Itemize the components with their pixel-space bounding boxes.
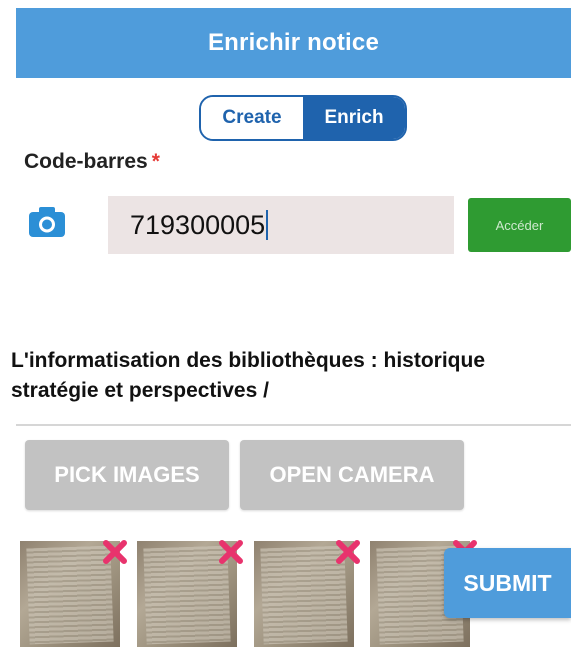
open-camera-button[interactable]: OPEN CAMERA	[240, 440, 464, 510]
book-title-line-1: L'informatisation des bibliothèques : hi…	[11, 349, 486, 372]
submit-button[interactable]: SUBMIT	[444, 548, 571, 618]
enrich-screen: Enrichir notice Create Enrich Code-barre…	[0, 0, 571, 667]
barcode-label-text: Code-barres	[24, 150, 148, 173]
required-marker: *	[151, 150, 160, 173]
page-photo	[26, 545, 114, 645]
app-header: Enrichir notice	[16, 8, 571, 78]
acceder-button[interactable]: Accéder	[468, 198, 571, 252]
barcode-input[interactable]: 719300005	[108, 196, 454, 254]
camera-icon[interactable]	[28, 206, 66, 238]
remove-image-icon[interactable]	[102, 539, 128, 565]
book-title-line-2: stratégie et perspectives /	[11, 379, 269, 402]
book-title: L'informatisation des bibliothèques : hi…	[11, 346, 571, 406]
barcode-input-value: 719300005	[130, 209, 266, 240]
mode-create-option[interactable]: Create	[201, 97, 303, 139]
section-divider	[16, 424, 571, 426]
remove-image-icon[interactable]	[218, 539, 244, 565]
pick-images-button[interactable]: PICK IMAGES	[25, 440, 229, 510]
mode-toggle: Create Enrich	[199, 95, 407, 141]
mode-enrich-option[interactable]: Enrich	[303, 97, 405, 139]
page-title: Enrichir notice	[207, 29, 380, 56]
remove-image-icon[interactable]	[335, 539, 361, 565]
barcode-label: Code-barres *	[24, 150, 160, 174]
text-caret	[266, 210, 269, 240]
